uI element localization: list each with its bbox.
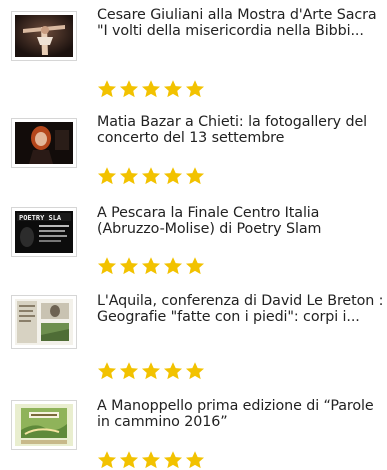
rating-stars <box>97 450 205 470</box>
star-icon <box>164 167 182 185</box>
star-icon <box>186 80 204 98</box>
star-icon <box>186 257 204 275</box>
article-title[interactable]: A Pescara la Finale Centro Italia (Abruz… <box>97 205 385 237</box>
article-title[interactable]: A Manoppello prima edizione di “Parole i… <box>97 398 385 430</box>
star-icon <box>164 80 182 98</box>
walking-event-poster <box>15 404 73 446</box>
star-icon <box>142 451 160 469</box>
star-icon <box>120 362 138 380</box>
star-icon <box>120 257 138 275</box>
star-icon <box>98 167 116 185</box>
star-icon <box>120 451 138 469</box>
crucifix-painting-image <box>15 15 73 57</box>
star-icon <box>142 257 160 275</box>
rating-stars <box>97 256 205 276</box>
poetry-slam-poster: POETRY SLA <box>15 211 73 253</box>
star-icon <box>186 451 204 469</box>
star-icon <box>142 167 160 185</box>
star-icon <box>98 362 116 380</box>
star-icon <box>98 451 116 469</box>
article-title[interactable]: Matia Bazar a Chieti: la fotogallery del… <box>97 114 385 146</box>
star-icon <box>98 80 116 98</box>
article-thumbnail[interactable] <box>11 295 77 349</box>
article-thumbnail[interactable]: POETRY SLA <box>11 207 77 257</box>
star-icon <box>142 362 160 380</box>
rating-stars <box>97 79 205 99</box>
concert-singer-photo <box>15 122 73 164</box>
star-icon <box>164 451 182 469</box>
article-title[interactable]: Cesare Giuliani alla Mostra d'Arte Sacra… <box>97 7 385 39</box>
star-icon <box>142 80 160 98</box>
star-icon <box>186 167 204 185</box>
star-icon <box>98 257 116 275</box>
article-title[interactable]: L'Aquila, conferenza di David Le Breton … <box>97 293 385 325</box>
star-icon <box>164 362 182 380</box>
rating-stars <box>97 166 205 186</box>
conference-flyer <box>15 299 73 345</box>
svg-text:POETRY SLA: POETRY SLA <box>19 214 62 222</box>
star-icon <box>120 80 138 98</box>
article-thumbnail[interactable] <box>11 118 77 168</box>
article-list: Cesare Giuliani alla Mostra d'Arte Sacra… <box>0 0 387 469</box>
rating-stars <box>97 361 205 381</box>
star-icon <box>186 362 204 380</box>
article-thumbnail[interactable] <box>11 400 77 450</box>
article-thumbnail[interactable] <box>11 11 77 61</box>
star-icon <box>164 257 182 275</box>
star-icon <box>120 167 138 185</box>
